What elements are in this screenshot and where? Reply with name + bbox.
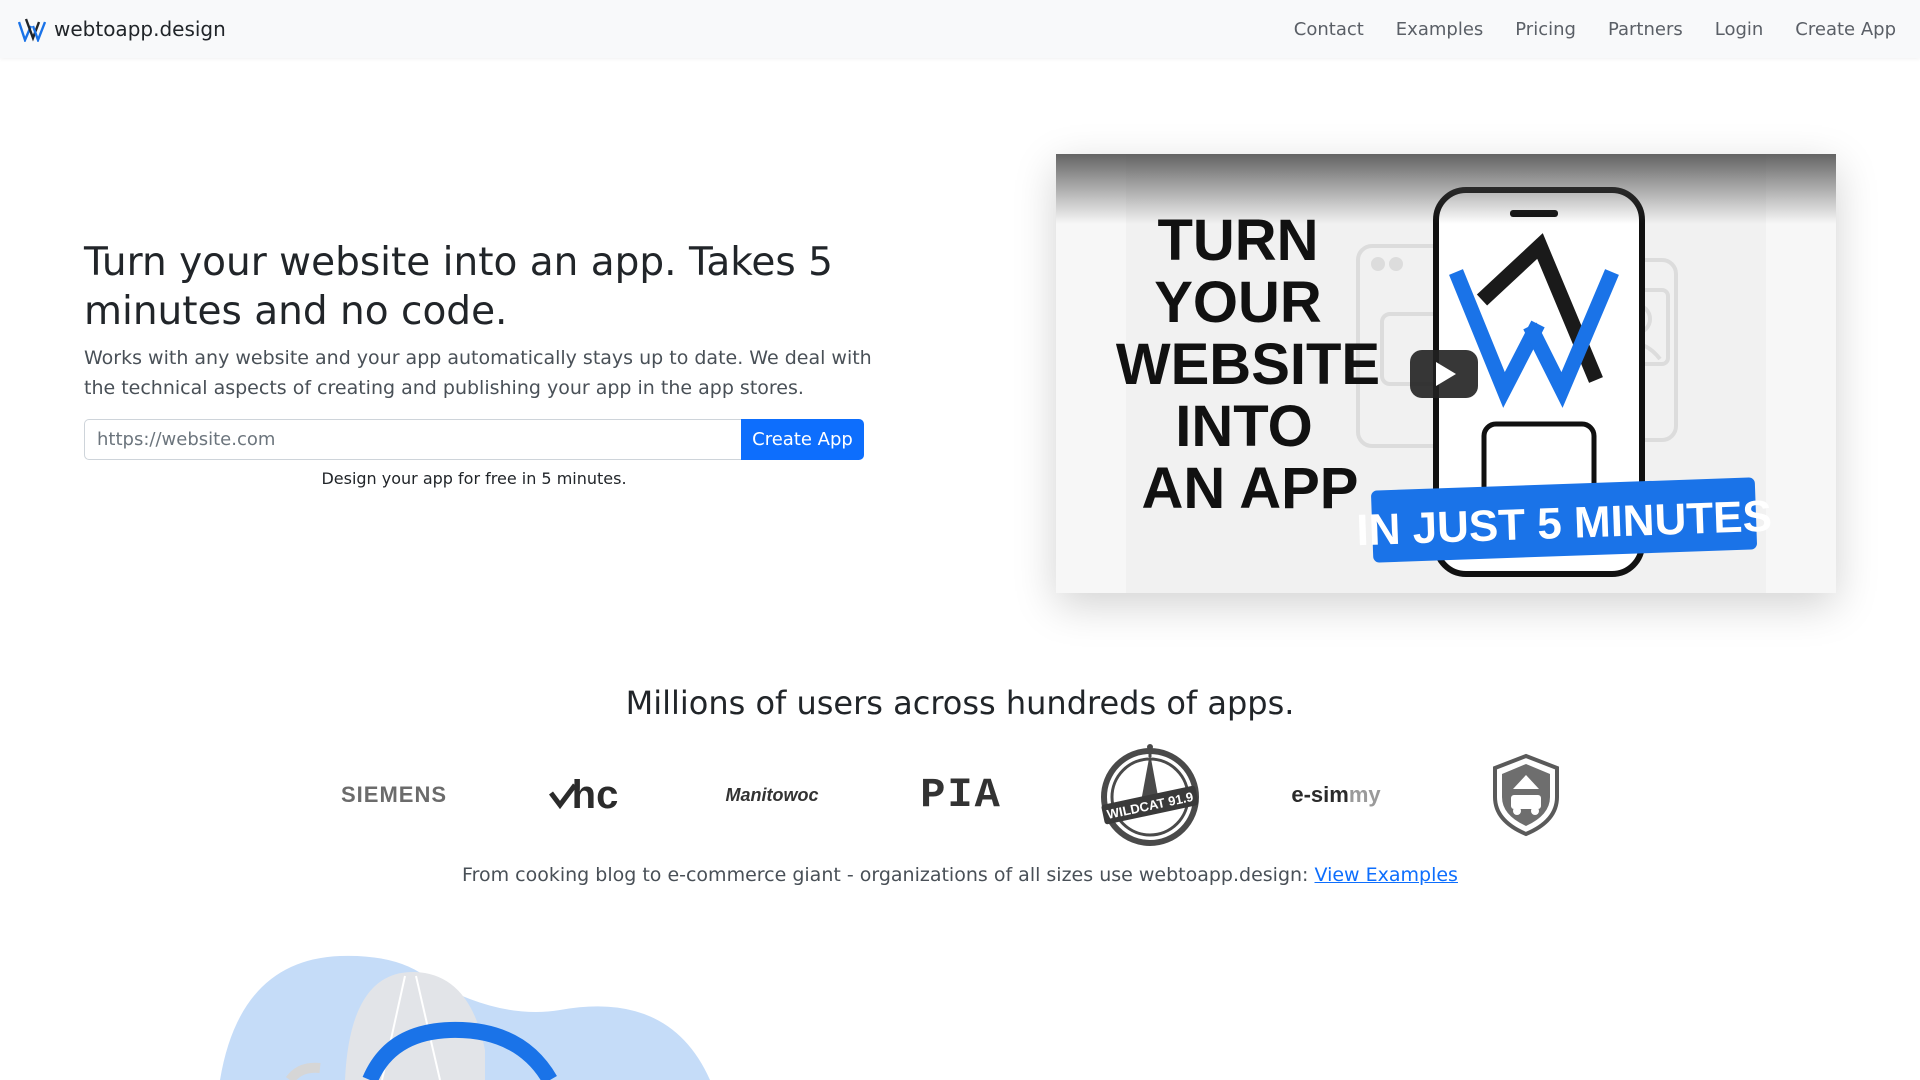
siemens-logo: SIEMENS (334, 740, 454, 850)
video-banner: IN JUST 5 MINUTES (1356, 477, 1773, 563)
manitowoc-logo-text: Manitowoc (725, 784, 819, 805)
webtoapp-logo-icon (18, 18, 46, 42)
video-headline-line-3: WEBSITE (1116, 332, 1380, 397)
video-headline-line-1: TURN (1157, 208, 1318, 273)
hc-logo: hc (538, 740, 628, 850)
wildcat-logo: WILDCAT 91.9 (1092, 740, 1208, 850)
view-examples-link[interactable]: View Examples (1315, 864, 1458, 886)
nav-link-examples[interactable]: Examples (1396, 19, 1483, 40)
nav-link-pricing[interactable]: Pricing (1515, 19, 1576, 40)
nav-link-contact[interactable]: Contact (1294, 19, 1364, 40)
users-heading: Millions of users across hundreds of app… (625, 684, 1295, 722)
organizations-description: From cooking blog to e-commerce giant - … (462, 864, 1315, 886)
nav-link-login[interactable]: Login (1715, 19, 1764, 40)
video-headline-line-5: AN APP (1142, 456, 1359, 521)
customer-logos: SIEMENS hc Manitowoc PIA WILDCAT 91.9 e-… (0, 740, 1920, 850)
create-app-button[interactable]: Create App (741, 419, 864, 460)
nav-link-create-app[interactable]: Create App (1795, 19, 1896, 40)
esimmy-suffix-text: my (1348, 782, 1381, 807)
video-thumbnail: TURN YOUR WEBSITE INTO AN APP IN JUST 5 … (1056, 154, 1836, 593)
siemens-logo-text: SIEMENS (340, 782, 448, 807)
navbar: webtoapp.design Contact Examples Pricing… (0, 0, 1920, 58)
promo-video[interactable]: TURN YOUR WEBSITE INTO AN APP IN JUST 5 … (1056, 154, 1836, 593)
url-form: Create App (84, 419, 864, 460)
brand[interactable]: webtoapp.design (18, 14, 226, 44)
brand-name: webtoapp.design (54, 17, 226, 41)
hc-logo-text: hc (571, 772, 619, 817)
hero-illustration (220, 955, 710, 1080)
nav-links: Contact Examples Pricing Partners Login … (1262, 0, 1896, 58)
youtube-play-icon[interactable] (1410, 350, 1478, 398)
nav-link-partners[interactable]: Partners (1608, 19, 1683, 40)
wildcat-emblem: WILDCAT 91.9 (1101, 744, 1199, 846)
esimmy-logo: e-sim my (1278, 740, 1394, 850)
video-headline-line-2: YOUR (1154, 270, 1322, 335)
free-design-hint: Design your app for free in 5 minutes. (321, 469, 627, 488)
pia-logo-text: PIA (920, 771, 1002, 819)
website-url-input[interactable] (84, 419, 741, 460)
pia-logo: PIA (906, 740, 1016, 850)
shield-van-logo (1486, 740, 1566, 850)
video-headline-line-4: INTO (1175, 394, 1313, 459)
hero-title: Turn your website into an app. Takes 5 m… (84, 240, 833, 334)
manitowoc-logo: Manitowoc (712, 740, 832, 850)
hero-subtitle: Works with any website and your app auto… (84, 347, 872, 399)
shield-van-icon (1493, 753, 1559, 837)
esimmy-prefix-text: e-sim (1291, 782, 1349, 807)
organizations-text: From cooking blog to e-commerce giant - … (0, 864, 1920, 886)
